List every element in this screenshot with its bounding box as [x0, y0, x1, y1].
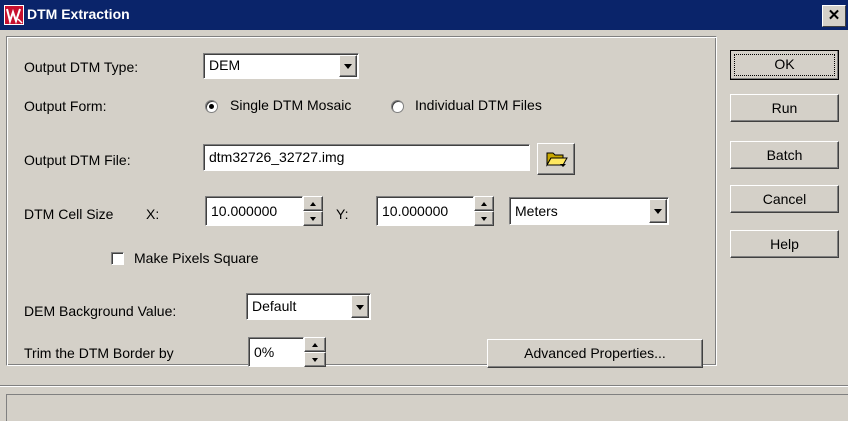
cell-size-x-input[interactable]: 10.000000	[205, 196, 303, 226]
trim-spinner[interactable]	[304, 337, 326, 367]
app-logo-icon	[4, 5, 24, 25]
cell-size-y-spinner[interactable]	[474, 196, 494, 226]
make-square-label[interactable]: Make Pixels Square	[134, 250, 259, 266]
radio-individual-files-label[interactable]: Individual DTM Files	[415, 97, 542, 113]
close-button[interactable]: ✕	[822, 5, 846, 27]
trim-increment[interactable]	[304, 337, 326, 352]
spin-down-icon	[481, 216, 487, 221]
ok-button[interactable]: OK	[730, 50, 839, 80]
bg-value-select[interactable]: Default	[246, 293, 371, 320]
cell-size-x-increment[interactable]	[303, 196, 323, 211]
cell-size-label: DTM Cell Size	[24, 206, 114, 222]
trim-value: 0%	[254, 344, 275, 360]
trim-decrement[interactable]	[304, 352, 326, 367]
help-button[interactable]: Help	[730, 230, 839, 258]
units-select[interactable]: Meters	[509, 197, 669, 225]
trim-label: Trim the DTM Border by	[24, 345, 174, 361]
chevron-down-icon	[654, 209, 662, 214]
cell-size-x-value: 10.000000	[211, 203, 278, 219]
units-value: Meters	[515, 203, 558, 219]
window-title: DTM Extraction	[27, 6, 130, 22]
batch-label: Batch	[766, 147, 803, 163]
output-type-value: DEM	[209, 57, 241, 73]
radio-selected-dot	[209, 104, 214, 109]
radio-single-mosaic[interactable]	[205, 100, 218, 113]
browse-file-button[interactable]	[537, 143, 575, 175]
chevron-down-icon	[356, 304, 364, 310]
cell-size-y-input[interactable]: 10.000000	[376, 196, 474, 226]
trim-input[interactable]: 0%	[248, 337, 304, 367]
cancel-label: Cancel	[762, 191, 807, 207]
spin-up-icon	[481, 201, 487, 206]
output-file-input[interactable]: dtm32726_32727.img	[203, 144, 530, 171]
spin-down-icon	[310, 216, 316, 221]
folder-open-icon	[546, 152, 568, 167]
advanced-properties-button[interactable]: Advanced Properties...	[487, 339, 703, 368]
title-bar: DTM Extraction ✕	[0, 0, 848, 30]
cell-size-x-decrement[interactable]	[303, 211, 323, 226]
cell-size-x-spinner[interactable]	[303, 196, 323, 226]
output-type-select[interactable]: DEM	[203, 53, 359, 79]
spin-up-icon	[312, 342, 318, 347]
radio-individual-files[interactable]	[391, 100, 404, 113]
run-button[interactable]: Run	[730, 94, 839, 122]
output-file-value: dtm32726_32727.img	[209, 149, 345, 165]
make-square-checkbox[interactable]	[111, 252, 124, 265]
batch-button[interactable]: Batch	[730, 141, 839, 169]
cell-size-y-value: 10.000000	[382, 203, 449, 219]
bottom-separator	[0, 385, 848, 387]
ok-label: OK	[774, 56, 795, 72]
bg-value-value: Default	[252, 298, 297, 314]
units-dropdown-button[interactable]	[649, 199, 667, 223]
bg-value-label: DEM Background Value:	[24, 303, 177, 319]
close-icon: ✕	[827, 7, 841, 24]
spin-up-icon	[310, 201, 316, 206]
status-bar	[6, 394, 848, 421]
spin-down-icon	[312, 357, 318, 362]
output-file-label: Output DTM File:	[24, 152, 131, 168]
radio-single-mosaic-label[interactable]: Single DTM Mosaic	[230, 97, 351, 113]
bg-value-dropdown-button[interactable]	[351, 295, 369, 318]
cell-size-y-label: Y:	[336, 206, 349, 222]
cell-size-y-decrement[interactable]	[474, 211, 494, 226]
advanced-properties-label: Advanced Properties...	[524, 345, 666, 361]
cell-size-y-increment[interactable]	[474, 196, 494, 211]
output-form-label: Output Form:	[24, 98, 107, 114]
output-type-label: Output DTM Type:	[24, 59, 139, 75]
cell-size-x-label: X:	[146, 206, 160, 222]
output-type-dropdown-button[interactable]	[339, 55, 357, 77]
chevron-down-icon	[344, 64, 352, 69]
help-label: Help	[770, 236, 799, 252]
run-label: Run	[771, 100, 798, 116]
cancel-button[interactable]: Cancel	[730, 185, 839, 213]
